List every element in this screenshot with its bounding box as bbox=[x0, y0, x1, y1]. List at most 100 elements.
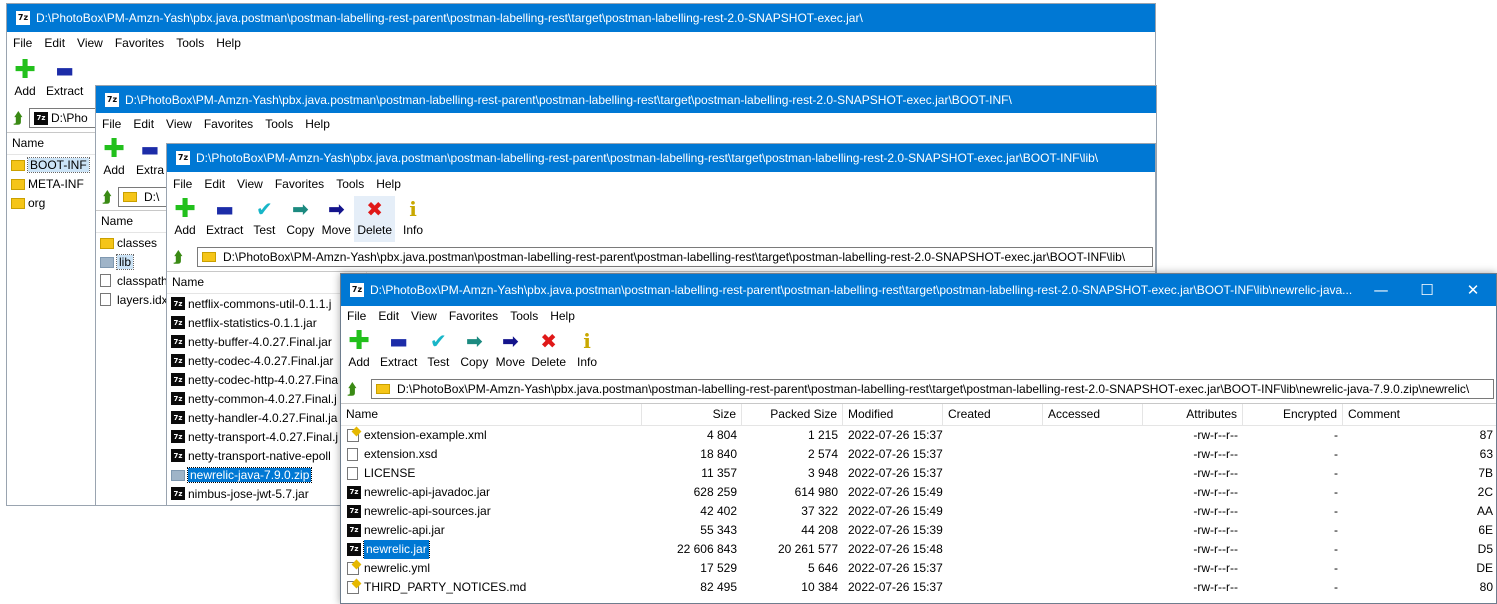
col-attributes[interactable]: Attributes bbox=[1143, 404, 1243, 425]
up-folder-icon[interactable]: ⮭ bbox=[167, 246, 189, 268]
menu-edit[interactable]: Edit bbox=[372, 309, 405, 323]
add-button[interactable]: ✚ Add bbox=[341, 328, 377, 374]
cell-accessed bbox=[1043, 464, 1143, 483]
menu-view[interactable]: View bbox=[405, 309, 443, 323]
document-icon bbox=[347, 448, 358, 461]
extract-button[interactable]: ▬ Extract bbox=[203, 196, 246, 242]
close-icon[interactable]: ✕ bbox=[1450, 274, 1496, 306]
cell-packed: 614 980 bbox=[794, 485, 838, 499]
cell-size: 628 259 bbox=[693, 485, 737, 499]
up-folder-icon[interactable]: ⮭ bbox=[341, 378, 363, 400]
table-row[interactable]: THIRD_PARTY_NOTICES.md 82 495 10 384 2022-0… bbox=[341, 578, 1496, 597]
delete-x-icon: ✖ bbox=[366, 197, 384, 221]
minimize-icon[interactable]: — bbox=[1358, 274, 1404, 306]
col-comment[interactable]: Comment bbox=[1343, 404, 1496, 425]
table-row[interactable]: 7z newrelic-api-javadoc.jar 628 259 614 980… bbox=[341, 483, 1496, 502]
menu-file[interactable]: File bbox=[7, 36, 38, 50]
table-row[interactable]: LICENSE 11 357 3 948 2022-07-26 15:37 -rw-r-… bbox=[341, 464, 1496, 483]
col-name[interactable]: Name bbox=[341, 404, 642, 425]
col-name[interactable]: Name bbox=[167, 272, 367, 293]
menu-favorites[interactable]: Favorites bbox=[198, 117, 259, 131]
menu-help[interactable]: Help bbox=[210, 36, 247, 50]
maximize-icon[interactable]: ☐ bbox=[1404, 274, 1450, 306]
titlebar[interactable]: 7z D:\PhotoBox\PM-Amzn-Yash\pbx.java.pos… bbox=[7, 4, 1155, 32]
extract-button[interactable]: ▬ Extra bbox=[132, 136, 168, 182]
add-button[interactable]: ✚ Add bbox=[96, 136, 132, 182]
plus-icon: ✚ bbox=[174, 194, 196, 224]
address-bar: ⮭ D:\PhotoBox\PM-Amzn-Yash\pbx.java.post… bbox=[341, 377, 1496, 401]
menu-file[interactable]: File bbox=[341, 309, 372, 323]
cell-packed: 3 948 bbox=[807, 466, 838, 480]
menu-file[interactable]: File bbox=[96, 117, 127, 131]
table-row[interactable]: 7z newrelic-api.jar 55 343 44 208 2022-07-26… bbox=[341, 521, 1496, 540]
extract-button[interactable]: ▬ Extract bbox=[43, 57, 86, 103]
cell-encrypted: - bbox=[1334, 504, 1338, 518]
menu-tools[interactable]: Tools bbox=[330, 177, 370, 191]
zip-folder-icon bbox=[171, 470, 185, 481]
menu-file[interactable]: File bbox=[167, 177, 198, 191]
table-row[interactable]: newrelic.yml 17 529 5 646 2022-07-26 15:37 -… bbox=[341, 559, 1496, 578]
window-controls: — ☐ ✕ bbox=[1358, 274, 1496, 306]
menu-edit[interactable]: Edit bbox=[38, 36, 71, 50]
copy-button[interactable]: ➡ Copy bbox=[456, 328, 492, 374]
menu-edit[interactable]: Edit bbox=[198, 177, 231, 191]
table-row[interactable]: 7z newrelic.jar 22 606 843 20 261 577 2022-0… bbox=[341, 540, 1496, 559]
folder-icon bbox=[100, 257, 114, 268]
add-button[interactable]: ✚ Add bbox=[167, 196, 203, 242]
window-newrelic[interactable]: 7z D:\PhotoBox\PM-Amzn-Yash\pbx.java.pos… bbox=[340, 273, 1497, 604]
cell-accessed bbox=[1043, 578, 1143, 597]
menu-view[interactable]: View bbox=[160, 117, 198, 131]
menu-tools[interactable]: Tools bbox=[170, 36, 210, 50]
up-folder-icon[interactable]: ⮭ bbox=[7, 107, 29, 129]
menu-favorites[interactable]: Favorites bbox=[109, 36, 170, 50]
menu-help[interactable]: Help bbox=[299, 117, 336, 131]
table-row[interactable]: extension.xsd 18 840 2 574 2022-07-26 15:37… bbox=[341, 445, 1496, 464]
archive-icon: 7z bbox=[171, 354, 185, 367]
delete-button[interactable]: ✖ Delete bbox=[354, 196, 396, 242]
menu-favorites[interactable]: Favorites bbox=[269, 177, 330, 191]
copy-button[interactable]: ➡ Copy bbox=[282, 196, 318, 242]
titlebar[interactable]: 7z D:\PhotoBox\PM-Amzn-Yash\pbx.java.pos… bbox=[96, 86, 1156, 113]
menu-view[interactable]: View bbox=[71, 36, 109, 50]
cell-accessed bbox=[1043, 483, 1143, 502]
menu-help[interactable]: Help bbox=[544, 309, 581, 323]
titlebar[interactable]: 7z D:\PhotoBox\PM-Amzn-Yash\pbx.java.pos… bbox=[167, 144, 1155, 172]
test-button[interactable]: ✔ Test bbox=[246, 196, 282, 242]
menu-favorites[interactable]: Favorites bbox=[443, 309, 504, 323]
address-input[interactable]: D:\PhotoBox\PM-Amzn-Yash\pbx.java.postma… bbox=[197, 247, 1153, 267]
check-icon: ✔ bbox=[255, 197, 273, 221]
file-list[interactable]: Name Size Packed Size Modified Created A… bbox=[341, 403, 1496, 603]
menu-edit[interactable]: Edit bbox=[127, 117, 160, 131]
col-packed-size[interactable]: Packed Size bbox=[742, 404, 843, 425]
info-button[interactable]: i Info bbox=[395, 196, 431, 242]
col-size[interactable]: Size bbox=[642, 404, 742, 425]
extract-button[interactable]: ▬ Extract bbox=[377, 328, 420, 374]
cell-attributes: -rw-r--r-- bbox=[1193, 504, 1238, 518]
table-row[interactable]: extension-example.xml 4 804 1 215 2022-07-2… bbox=[341, 426, 1496, 445]
cell-size: 4 804 bbox=[706, 428, 737, 442]
titlebar[interactable]: 7z D:\PhotoBox\PM-Amzn-Yash\pbx.java.pos… bbox=[341, 274, 1496, 306]
menu-help[interactable]: Help bbox=[370, 177, 407, 191]
menu-view[interactable]: View bbox=[231, 177, 269, 191]
move-button[interactable]: ➡ Move bbox=[318, 196, 354, 242]
col-encrypted[interactable]: Encrypted bbox=[1243, 404, 1343, 425]
col-modified[interactable]: Modified bbox=[843, 404, 943, 425]
window-title: D:\PhotoBox\PM-Amzn-Yash\pbx.java.postma… bbox=[370, 283, 1353, 297]
up-folder-icon[interactable]: ⮭ bbox=[96, 186, 118, 208]
test-button[interactable]: ✔ Test bbox=[420, 328, 456, 374]
col-accessed[interactable]: Accessed bbox=[1043, 404, 1143, 425]
menu-tools[interactable]: Tools bbox=[504, 309, 544, 323]
folder-icon bbox=[100, 238, 114, 249]
info-button[interactable]: i Info bbox=[569, 328, 605, 374]
address-input[interactable]: D:\PhotoBox\PM-Amzn-Yash\pbx.java.postma… bbox=[371, 379, 1494, 399]
xml-file-icon bbox=[347, 581, 359, 594]
xml-file-icon bbox=[347, 429, 359, 442]
menu-tools[interactable]: Tools bbox=[259, 117, 299, 131]
xml-file-icon bbox=[347, 562, 359, 575]
add-button[interactable]: ✚ Add bbox=[7, 57, 43, 103]
delete-button[interactable]: ✖ Delete bbox=[528, 328, 569, 374]
move-button[interactable]: ➡ Move bbox=[492, 328, 528, 374]
cell-encrypted: - bbox=[1334, 523, 1338, 537]
col-created[interactable]: Created bbox=[943, 404, 1043, 425]
table-row[interactable]: 7z newrelic-api-sources.jar 42 402 37 322 20… bbox=[341, 502, 1496, 521]
